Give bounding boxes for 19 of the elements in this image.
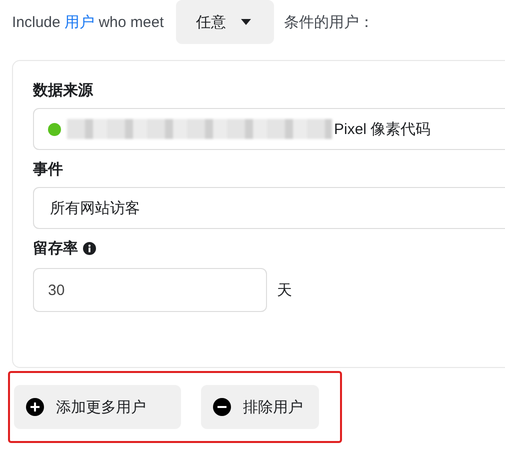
field-label: 事件	[33, 160, 64, 179]
field-label: 数据来源	[33, 81, 94, 100]
field-label: 留存率	[33, 239, 78, 258]
condition-text: 条件的用户：	[284, 12, 374, 32]
data-source-field[interactable]: Pixel 像素代码	[33, 108, 505, 150]
include-sentence: Include 用户 who meet	[12, 12, 164, 32]
caret-icon	[240, 18, 252, 26]
add-users-button[interactable]: 添加更多用户	[14, 385, 181, 429]
event-field[interactable]: 所有网站访客	[33, 187, 505, 229]
info-icon[interactable]	[83, 242, 96, 255]
minus-circle-icon	[213, 398, 231, 416]
match-dropdown[interactable]: 任意	[176, 0, 274, 44]
retention-input[interactable]: 30	[33, 268, 267, 312]
users-link[interactable]: 用户	[64, 14, 95, 30]
exclude-users-button[interactable]: 排除用户	[201, 385, 319, 429]
unit-label: 天	[277, 280, 292, 300]
field-value: Pixel 像素代码	[334, 120, 431, 138]
field-value: 所有网站访客	[50, 198, 140, 218]
plus-circle-icon	[26, 398, 44, 416]
